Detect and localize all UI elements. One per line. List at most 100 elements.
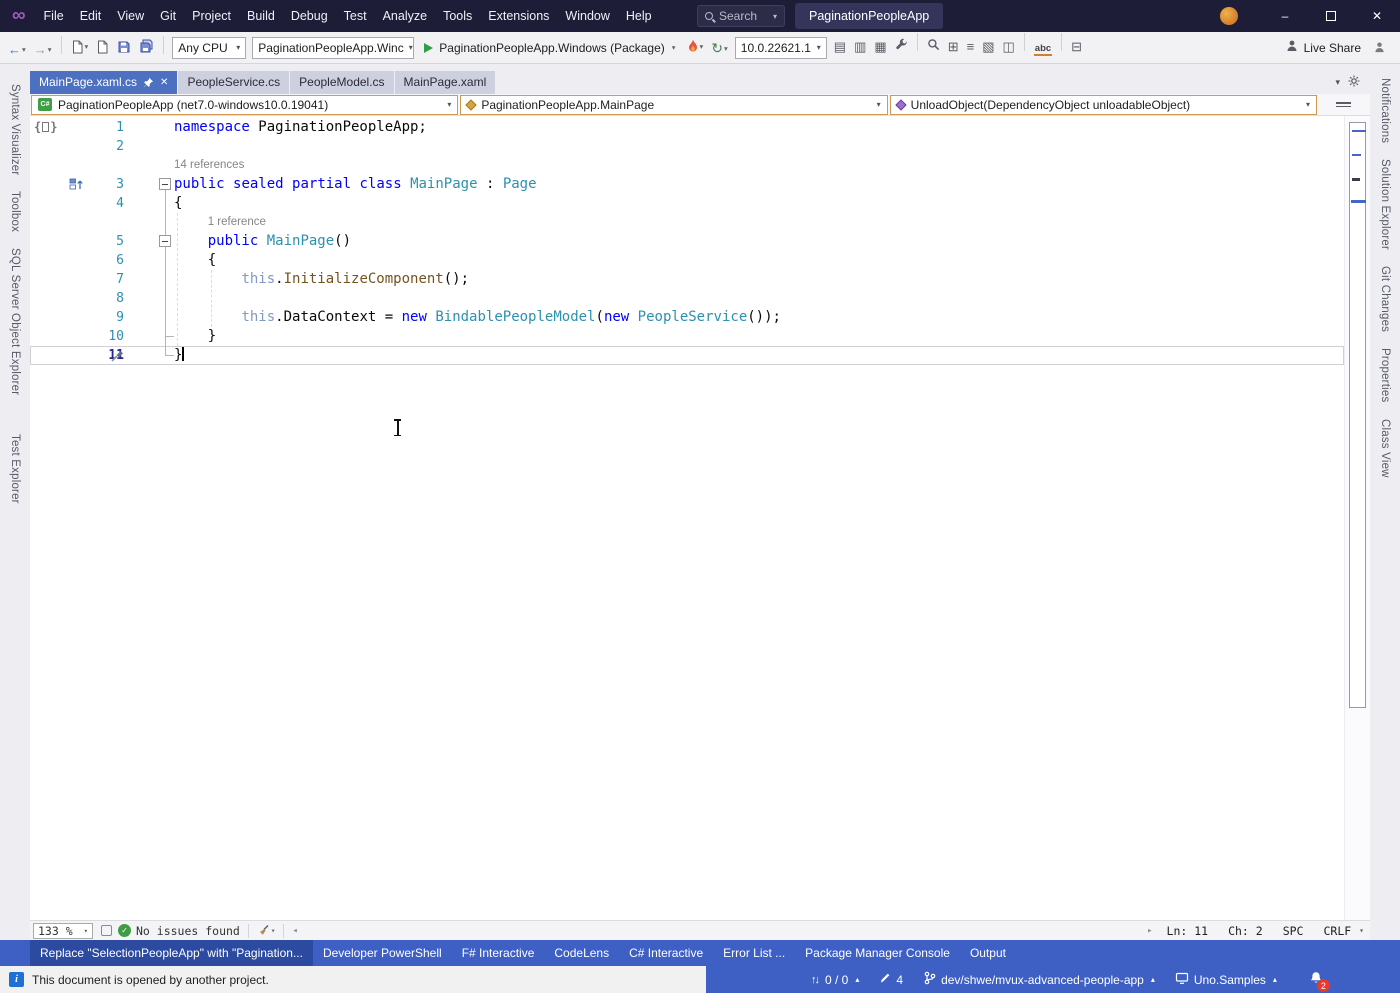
code-line-1[interactable]: {}1namespace PaginationPeopleApp; <box>30 118 1344 137</box>
menu-extensions[interactable]: Extensions <box>480 0 557 32</box>
code-line-10[interactable]: 10 } <box>30 327 1344 346</box>
code-line-7[interactable]: 7 this.InitializeComponent(); <box>30 270 1344 289</box>
git-branch-picker[interactable]: dev/shwe/mvux-advanced-people-app ▴ <box>923 971 1155 988</box>
menu-edit[interactable]: Edit <box>72 0 110 32</box>
glyph-margin[interactable] <box>30 175 86 194</box>
solution-explorer-button[interactable]: ▤ <box>830 35 850 59</box>
doc-tab-peoplemodel-cs[interactable]: PeopleModel.cs <box>290 71 393 94</box>
left-tab-test-explorer[interactable]: Test Explorer <box>9 434 21 504</box>
visual-studio-logo-icon[interactable]: ∞ <box>0 0 36 32</box>
right-tab-git-changes[interactable]: Git Changes <box>1379 266 1391 332</box>
properties-window-button[interactable]: ▥ <box>850 35 870 59</box>
navigate-backward-button[interactable]: ←▾ <box>4 37 30 61</box>
scroll-right-arrow[interactable]: ▸ <box>1147 926 1152 936</box>
document-health-icon[interactable] <box>101 925 112 936</box>
doc-tab-mainpage-xaml[interactable]: MainPage.xaml <box>395 71 496 94</box>
run-button[interactable]: PaginationPeopleApp.Windows (Package) ▾ <box>417 36 682 60</box>
command-window-button[interactable]: ⊞ <box>944 35 963 59</box>
codelens-link[interactable]: 1 reference <box>208 213 266 232</box>
scroll-down-arrow[interactable]: ▾ <box>1359 926 1364 935</box>
glyph-margin[interactable] <box>30 308 86 327</box>
right-tab-properties[interactable]: Properties <box>1379 348 1391 402</box>
member-dropdown[interactable]: UnloadObject(DependencyObject unloadable… <box>890 95 1317 115</box>
glyph-margin[interactable] <box>30 251 86 270</box>
panel-tab-c#-interactive[interactable]: C# Interactive <box>619 940 713 966</box>
startup-project-dropdown[interactable]: PaginationPeopleApp.Winc▾ <box>252 37 414 59</box>
panel-tab-developer-powershell[interactable]: Developer PowerShell <box>313 940 452 966</box>
menu-project[interactable]: Project <box>184 0 239 32</box>
options-wrench-button[interactable] <box>891 33 912 57</box>
menu-help[interactable]: Help <box>618 0 660 32</box>
menu-test[interactable]: Test <box>336 0 375 32</box>
menu-window[interactable]: Window <box>557 0 617 32</box>
doc-tab-mainpage-xaml-cs[interactable]: MainPage.xaml.cs✕ <box>30 71 177 94</box>
code-line-5[interactable]: 5 public MainPage() <box>30 232 1344 251</box>
close-button[interactable]: ✕ <box>1354 0 1400 32</box>
left-tab-sql-server-object-explorer[interactable]: SQL Server Object Explorer <box>9 248 21 395</box>
menu-view[interactable]: View <box>109 0 152 32</box>
sort-lines-button[interactable]: ≡ <box>963 35 979 59</box>
right-tab-class-view[interactable]: Class View <box>1379 419 1391 478</box>
codelens-link[interactable]: 14 references <box>174 156 244 175</box>
target-version-dropdown[interactable]: 10.0.22621.1▾ <box>735 37 827 59</box>
panel-tab-error-list[interactable]: Error List ... <box>713 940 795 966</box>
spell-check-abc-button[interactable]: abc <box>1030 38 1056 62</box>
doc-tab-peopleservice-cs[interactable]: PeopleService.cs <box>178 71 289 94</box>
code-line-2[interactable]: 2 <box>30 137 1344 156</box>
panel-tab-replace-selectionpeopleapp-with-paginati[interactable]: Replace "SelectionPeopleApp" with "Pagin… <box>30 940 313 966</box>
menu-tools[interactable]: Tools <box>435 0 480 32</box>
panel-tab-f#-interactive[interactable]: F# Interactive <box>452 940 545 966</box>
zoom-dropdown[interactable]: 133 %▾ <box>33 923 93 939</box>
panel-tab-codelens[interactable]: CodeLens <box>544 940 619 966</box>
live-share-button[interactable]: Live Share <box>1277 39 1369 56</box>
space-mode-indicator[interactable]: SPC <box>1283 924 1304 938</box>
restart-button[interactable]: ↻▾ <box>707 37 732 61</box>
tab-settings-gear-icon[interactable] <box>1348 75 1360 90</box>
compare-files-button[interactable]: ◫ <box>998 35 1018 59</box>
menu-debug[interactable]: Debug <box>283 0 336 32</box>
health-status[interactable]: No issues found <box>136 924 240 938</box>
menu-analyze[interactable]: Analyze <box>375 0 435 32</box>
glyph-margin[interactable] <box>30 327 86 346</box>
glyph-margin[interactable] <box>30 346 86 365</box>
new-file-button[interactable]: ▾ <box>67 35 93 59</box>
inheritance-margin-icon[interactable] <box>69 177 84 194</box>
vertical-scrollbar[interactable] <box>1344 116 1370 920</box>
right-tab-notifications[interactable]: Notifications <box>1379 78 1391 143</box>
code-line-9[interactable]: 9 this.DataContext = new BindablePeopleM… <box>30 308 1344 327</box>
extensions-grid-button[interactable]: ⊟ <box>1067 35 1086 59</box>
project-dropdown[interactable]: C# PaginationPeopleApp (net7.0-windows10… <box>31 95 458 115</box>
code-editor[interactable]: {}1namespace PaginationPeopleApp;214 ref… <box>30 116 1370 940</box>
menu-file[interactable]: File <box>36 0 72 32</box>
panel-tab-output[interactable]: Output <box>960 940 1016 966</box>
save-button[interactable] <box>113 35 135 59</box>
menu-build[interactable]: Build <box>239 0 283 32</box>
left-tab-toolbox[interactable]: Toolbox <box>9 191 21 232</box>
open-file-button[interactable] <box>92 35 113 59</box>
account-avatar[interactable] <box>1220 7 1238 25</box>
line-ending-indicator[interactable]: CRLF <box>1323 924 1351 938</box>
scroll-left-arrow[interactable]: ◂ <box>292 926 297 936</box>
notifications-bell[interactable]: 2 <box>1309 971 1323 988</box>
code-line-4[interactable]: 4{ <box>30 194 1344 213</box>
search-box[interactable]: Search ▾ <box>697 5 785 27</box>
find-in-files-button[interactable] <box>923 33 944 57</box>
close-icon[interactable]: ✕ <box>160 71 168 94</box>
glyph-margin[interactable] <box>30 194 86 213</box>
sync-status[interactable]: ↑↓ 0 / 0 ▴ <box>811 973 859 987</box>
code-line-6[interactable]: 6 { <box>30 251 1344 270</box>
split-window-handle[interactable] <box>1318 100 1370 109</box>
code-line-3[interactable]: 3public sealed partial class MainPage : … <box>30 175 1344 194</box>
quick-actions-screwdriver-icon[interactable] <box>110 348 125 366</box>
fold-toggle-icon[interactable] <box>159 235 171 247</box>
maximize-button[interactable] <box>1308 0 1354 32</box>
repository-picker[interactable]: Uno.Samples ▴ <box>1175 971 1277 988</box>
navigate-forward-button[interactable]: →▾ <box>30 37 56 61</box>
pin-icon[interactable] <box>143 77 154 88</box>
glyph-margin[interactable] <box>30 270 86 289</box>
tab-list-chevron-icon[interactable]: ▾ <box>1335 77 1340 88</box>
type-dropdown[interactable]: PaginationPeopleApp.MainPage ▾ <box>460 95 887 115</box>
code-line-11[interactable]: 11} <box>30 346 1344 365</box>
glyph-margin[interactable] <box>30 137 86 156</box>
code-line-8[interactable]: 8 <box>30 289 1344 308</box>
